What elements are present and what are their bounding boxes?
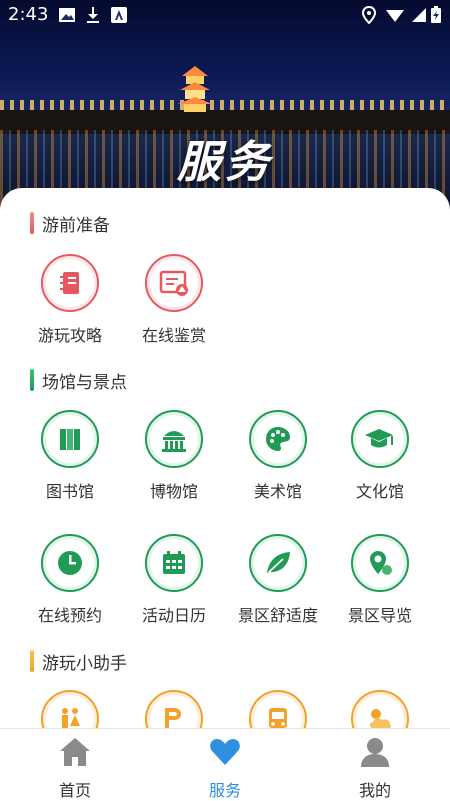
service-library[interactable]: 图书馆 [22, 410, 118, 502]
icon-circle [351, 410, 409, 468]
a-icon [111, 7, 127, 23]
icon-circle [249, 534, 307, 592]
service-label: 游玩攻略 [37, 326, 102, 345]
icon-circle [41, 410, 99, 468]
weather-icon [370, 709, 392, 728]
image-icon [59, 8, 75, 22]
tab-label: 我的 [358, 781, 391, 800]
wifi-icon [386, 10, 404, 22]
bottom-tab-bar: 首页 服务 我的 [0, 728, 450, 800]
service-online-appreciation[interactable]: 在线鉴赏 [126, 254, 222, 346]
service-art-gallery[interactable]: 美术馆 [230, 410, 326, 502]
service-label: 美术馆 [253, 482, 302, 501]
service-cultural-center[interactable]: 文化馆 [332, 410, 428, 502]
tab-services[interactable]: 服务 [150, 729, 300, 800]
section-title: 游玩小助手 [42, 653, 127, 674]
service-restroom[interactable] [22, 690, 118, 728]
service-label: 景区舒适度 [237, 606, 318, 625]
service-online-booking[interactable]: 在线预约 [22, 534, 118, 626]
calendar-icon [163, 551, 185, 574]
icon-circle [41, 534, 99, 592]
tab-profile[interactable]: 我的 [300, 729, 450, 800]
service-travel-guide[interactable]: 游玩攻略 [22, 254, 118, 346]
service-museum[interactable]: 博物馆 [126, 410, 222, 502]
clock-icon [58, 551, 82, 575]
section-header-prep: 游前准备 [30, 210, 110, 236]
section-title: 场馆与景点 [42, 372, 127, 393]
icon-circle [145, 254, 203, 312]
service-label: 活动日历 [141, 606, 206, 625]
services-card: 游前准备 游玩攻略 在线鉴赏 场馆与景点 图书馆 博物馆 美术馆 文化馆 在线预… [0, 188, 450, 728]
section-accent-bar [30, 650, 34, 672]
download-icon [87, 7, 99, 23]
service-label: 文化馆 [355, 482, 404, 501]
service-event-calendar[interactable]: 活动日历 [126, 534, 222, 626]
books-icon [60, 429, 80, 450]
icon-circle [41, 690, 99, 728]
notebook-icon [60, 272, 79, 294]
restroom-icon [62, 708, 80, 728]
service-bus[interactable] [230, 690, 326, 728]
section-header-helper: 游玩小助手 [30, 648, 127, 674]
icon-circle [145, 534, 203, 592]
signal-icon [412, 8, 426, 22]
section-header-venues: 场馆与景点 [30, 367, 127, 393]
location-icon [361, 6, 377, 24]
service-label: 图书馆 [45, 482, 94, 501]
tab-label: 服务 [208, 781, 241, 800]
icon-circle [351, 690, 409, 728]
tab-home[interactable]: 首页 [0, 729, 150, 800]
icon-circle [249, 690, 307, 728]
tab-label: 首页 [58, 781, 91, 800]
service-label: 在线预约 [37, 606, 102, 625]
hero-banner: 服务 [0, 0, 450, 215]
section-accent-bar [30, 369, 34, 391]
graduation-cap-icon [365, 429, 393, 448]
pagoda-illustration [178, 66, 212, 112]
map-pin-icon [370, 551, 392, 575]
service-label: 景区导览 [347, 606, 412, 625]
icon-circle [145, 690, 203, 728]
icon-circle [249, 410, 307, 468]
leaf-icon [267, 552, 290, 573]
heart-icon [210, 739, 240, 765]
parking-icon [165, 708, 181, 728]
home-icon [60, 738, 90, 766]
service-label: 博物馆 [149, 482, 198, 501]
icon-circle [351, 534, 409, 592]
section-accent-bar [30, 212, 34, 234]
status-bar: 2:43 [0, 0, 450, 30]
icon-circle [145, 410, 203, 468]
museum-icon [162, 431, 186, 452]
user-icon [361, 738, 389, 767]
service-parking[interactable] [126, 690, 222, 728]
palette-icon [266, 427, 290, 451]
section-title: 游前准备 [42, 215, 110, 236]
icon-circle [41, 254, 99, 312]
service-scenic-comfort[interactable]: 景区舒适度 [230, 534, 326, 626]
bus-icon [269, 708, 287, 728]
service-scenic-guide[interactable]: 景区导览 [332, 534, 428, 626]
battery-charging-icon [431, 6, 441, 23]
service-label: 在线鉴赏 [141, 326, 206, 345]
status-time: 2:43 [8, 4, 49, 25]
service-weather[interactable] [332, 690, 428, 728]
hero-title: 服务 [177, 137, 273, 188]
picture-frame-icon [159, 270, 188, 296]
